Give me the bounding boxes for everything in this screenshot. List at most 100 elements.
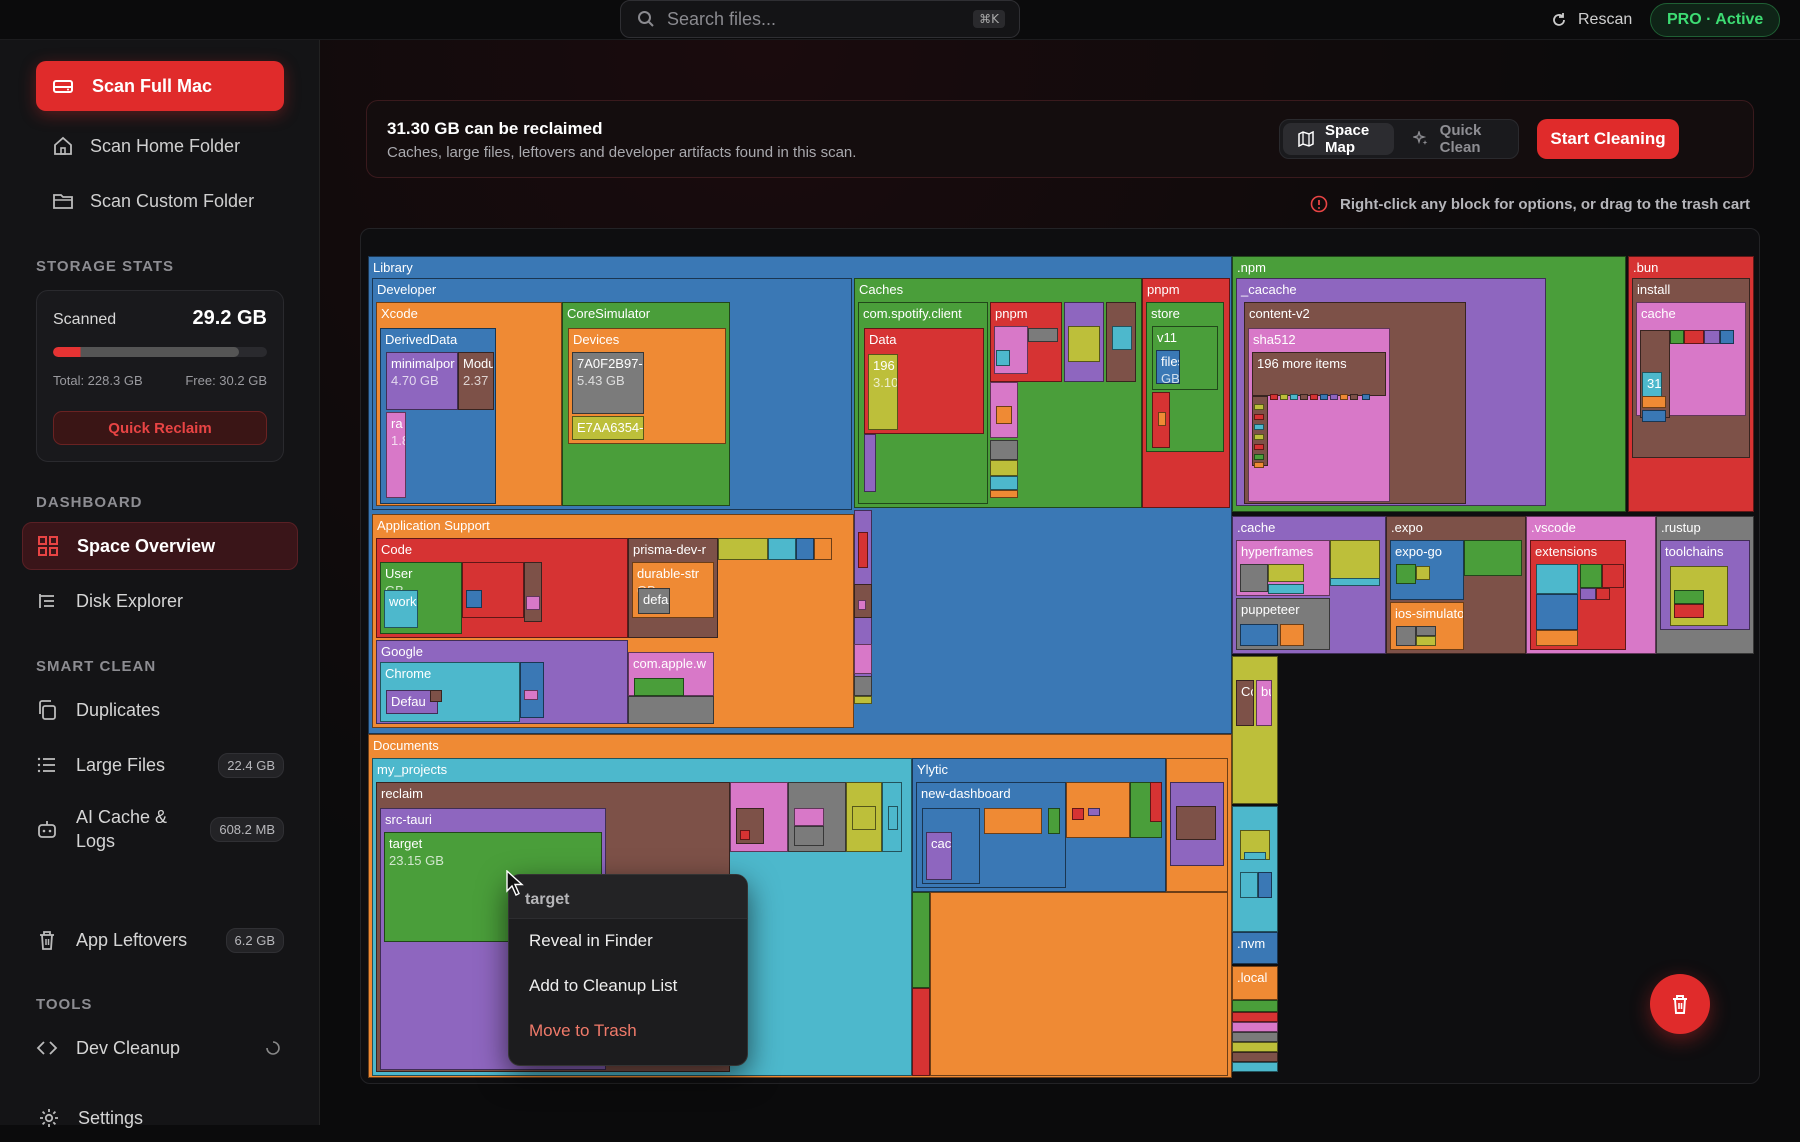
treemap-block[interactable] — [1396, 564, 1416, 584]
treemap-block[interactable] — [1580, 564, 1602, 588]
treemap-block[interactable] — [852, 806, 876, 830]
treemap-block[interactable] — [854, 644, 872, 674]
treemap-block[interactable] — [1720, 330, 1734, 344]
treemap-block[interactable] — [1232, 1000, 1278, 1012]
treemap-block[interactable] — [794, 808, 824, 826]
treemap-block[interactable] — [1028, 328, 1058, 342]
nav-ai-cache-logs[interactable]: AI Cache & Logs 608.2 MB — [22, 798, 298, 860]
treemap-block[interactable] — [1674, 604, 1704, 618]
treemap-block[interactable] — [1158, 412, 1166, 426]
treemap-block[interactable] — [814, 538, 832, 560]
add-to-cleanup-list-item[interactable]: Add to Cleanup List — [509, 964, 747, 1009]
treemap-block[interactable] — [1340, 394, 1348, 400]
treemap-block[interactable] — [912, 988, 930, 1076]
treemap-block[interactable] — [984, 808, 1042, 834]
treemap-block-modu[interactable]: Modu 2.37 — [458, 352, 494, 410]
nav-disk-explorer[interactable]: Disk Explorer — [22, 577, 298, 625]
start-cleaning-button[interactable]: Start Cleaning — [1537, 119, 1679, 159]
treemap-block[interactable] — [1258, 872, 1272, 898]
treemap-block[interactable] — [1254, 462, 1264, 468]
treemap-block[interactable] — [1642, 396, 1666, 408]
treemap-block[interactable] — [1254, 434, 1264, 440]
move-to-trash-item[interactable]: Move to Trash — [509, 1009, 747, 1054]
treemap-block-files[interactable]: files GB — [1156, 350, 1180, 384]
treemap-block[interactable] — [1280, 394, 1288, 400]
treemap-block[interactable] — [1232, 806, 1278, 932]
treemap-block[interactable] — [1232, 1062, 1278, 1072]
treemap-block[interactable] — [1150, 782, 1162, 822]
treemap-block[interactable] — [1300, 394, 1308, 400]
treemap-block[interactable] — [1580, 588, 1596, 600]
treemap-block[interactable] — [1536, 594, 1578, 630]
treemap-block-bu[interactable]: bu — [1256, 680, 1272, 726]
nav-dev-cleanup[interactable]: Dev Cleanup — [22, 1024, 298, 1072]
treemap-block[interactable] — [1330, 540, 1380, 580]
treemap-block[interactable] — [1268, 584, 1304, 594]
scan-full-mac-button[interactable]: Scan Full Mac — [36, 61, 284, 111]
treemap-block[interactable] — [864, 434, 876, 492]
treemap-block[interactable] — [1072, 808, 1084, 820]
treemap-block-d196[interactable]: 196 3.10 — [868, 354, 898, 430]
scan-home-folder-button[interactable]: Scan Home Folder — [52, 135, 240, 157]
treemap-block[interactable] — [996, 406, 1012, 424]
treemap-block[interactable] — [1704, 330, 1720, 344]
quick-clean-tab[interactable]: Quick Clean — [1398, 122, 1515, 156]
treemap-block[interactable] — [990, 460, 1018, 476]
treemap-block[interactable] — [1232, 1012, 1278, 1022]
treemap-block[interactable] — [1232, 1022, 1278, 1032]
treemap-block[interactable] — [1416, 636, 1436, 646]
nav-duplicates[interactable]: Duplicates — [22, 686, 298, 734]
treemap-block[interactable] — [1310, 394, 1318, 400]
treemap-block[interactable] — [1396, 626, 1416, 646]
trash-cart-button[interactable] — [1650, 974, 1710, 1034]
treemap-block[interactable] — [996, 350, 1010, 366]
treemap-block[interactable] — [1684, 330, 1704, 344]
treemap-block[interactable] — [524, 690, 538, 700]
reveal-in-finder-item[interactable]: Reveal in Finder — [509, 919, 747, 964]
scan-custom-folder-button[interactable]: Scan Custom Folder — [52, 190, 254, 212]
treemap-block[interactable] — [526, 596, 540, 610]
treemap-block[interactable] — [1232, 656, 1278, 804]
treemap-block[interactable] — [1112, 326, 1132, 350]
treemap-block[interactable] — [1268, 564, 1304, 582]
treemap-block[interactable] — [858, 532, 868, 568]
plan-badge[interactable]: PRO · Active — [1650, 3, 1781, 37]
treemap-block[interactable] — [466, 590, 482, 608]
treemap-block[interactable] — [1068, 326, 1100, 362]
treemap-block-more[interactable]: 196 more items — [1252, 352, 1386, 396]
treemap-block[interactable] — [854, 696, 872, 704]
treemap-block[interactable] — [740, 830, 750, 840]
treemap-block[interactable] — [768, 538, 796, 560]
treemap-block[interactable] — [1674, 590, 1704, 604]
nav-settings[interactable]: Settings — [24, 1094, 300, 1142]
treemap-block[interactable] — [1232, 1042, 1278, 1052]
treemap-block[interactable] — [1670, 330, 1684, 344]
treemap-block[interactable] — [1254, 454, 1264, 460]
treemap-block[interactable] — [1596, 588, 1610, 600]
treemap-block-dev1[interactable]: 7A0F2B97- 5.43 GB — [572, 352, 644, 414]
treemap-block[interactable] — [1088, 808, 1100, 816]
treemap-block[interactable] — [912, 892, 930, 988]
treemap-block[interactable] — [1602, 564, 1624, 588]
treemap-block[interactable] — [1254, 414, 1264, 420]
treemap-block[interactable] — [1330, 394, 1338, 400]
treemap-block-defa[interactable]: defa — [638, 588, 670, 614]
treemap-block[interactable] — [858, 600, 866, 610]
treemap-block[interactable] — [930, 892, 1228, 1076]
treemap-block[interactable] — [1416, 626, 1436, 636]
space-map-tab[interactable]: Space Map — [1283, 122, 1394, 156]
treemap-block-minimalpor[interactable]: minimalpor 4.70 GB — [386, 352, 458, 410]
treemap-block[interactable] — [990, 440, 1018, 460]
treemap-block[interactable] — [1254, 424, 1264, 430]
treemap-block[interactable] — [1290, 394, 1298, 400]
treemap-block[interactable] — [1254, 404, 1264, 410]
treemap-block[interactable] — [888, 806, 898, 830]
treemap-block[interactable] — [430, 690, 442, 702]
treemap-block[interactable] — [1048, 808, 1060, 834]
treemap-block[interactable] — [1362, 394, 1370, 400]
treemap-block[interactable] — [628, 696, 714, 724]
quick-reclaim-button[interactable]: Quick Reclaim — [53, 411, 267, 445]
treemap-block[interactable] — [1240, 624, 1278, 646]
treemap-block-work[interactable]: work — [384, 590, 418, 628]
treemap-block[interactable] — [1416, 566, 1430, 580]
